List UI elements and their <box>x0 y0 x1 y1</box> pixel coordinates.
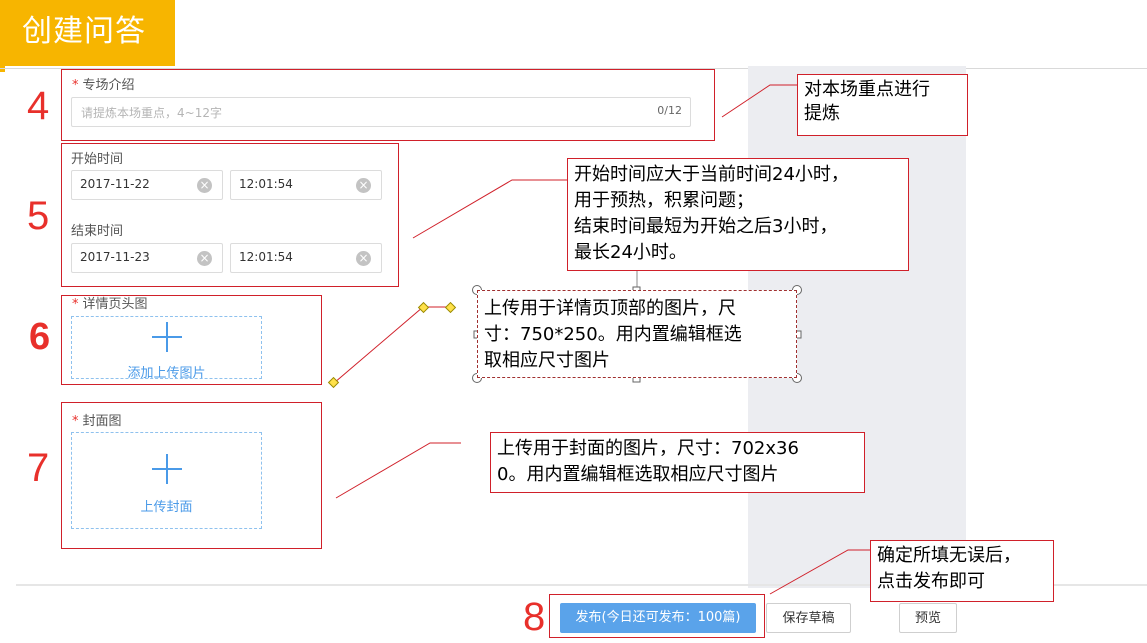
note-detail: 上传用于详情页顶部的图片，尺 寸：750*250。用内置编辑框选 取相应尺寸图片 <box>477 290 797 378</box>
clear-icon[interactable]: × <box>197 251 212 266</box>
detail-header-label: * 详情页头图 <box>72 293 148 312</box>
required-mark: * <box>72 414 79 429</box>
topic-placeholder: 请提炼本场重点，4~12字 <box>81 106 222 120</box>
note-time: 开始时间应大于当前时间24小时， 用于预热，积累问题； 结束时间最短为开始之后3… <box>567 158 909 271</box>
cover-label: * 封面图 <box>72 410 122 429</box>
end-time-input[interactable]: 12:01:54 × <box>230 243 382 273</box>
clear-icon[interactable]: × <box>356 251 371 266</box>
topic-char-counter: 0/12 <box>657 104 682 117</box>
clear-icon[interactable]: × <box>197 178 212 193</box>
note-line: 最长24小时。 <box>574 242 687 263</box>
detail-header-upload-text: 添加上传图片 <box>127 366 206 381</box>
note-line: 0。用内置编辑框选取相应尺寸图片 <box>497 464 779 485</box>
start-date-value: 2017-11-22 <box>80 177 150 191</box>
step-number-5: 5 <box>27 194 50 238</box>
plus-icon <box>151 454 182 484</box>
note-line: 上传用于封面的图片，尺寸：702x36 <box>497 438 799 459</box>
note-line: 确定所填无误后， <box>877 545 1021 566</box>
end-time-value: 12:01:54 <box>239 250 293 264</box>
note-topic: 对本场重点进行 提炼 <box>797 74 968 136</box>
start-time-value: 12:01:54 <box>239 177 293 191</box>
connector-time <box>412 179 568 239</box>
step-number-4: 4 <box>27 84 50 128</box>
cover-upload[interactable]: 上传封面 <box>71 432 262 529</box>
selected-connector-detail <box>327 301 457 389</box>
note-line: 用于预热，积累问题； <box>574 190 754 211</box>
required-mark: * <box>72 78 79 93</box>
cover-upload-text: 上传封面 <box>140 500 193 515</box>
step-number-6: 6 <box>29 316 51 358</box>
note-line: 上传用于详情页顶部的图片，尺 <box>484 298 736 319</box>
note-line: 对本场重点进行 <box>804 79 930 100</box>
note-publish: 确定所填无误后， 点击发布即可 <box>870 540 1054 602</box>
detail-header-upload[interactable]: 添加上传图片 <box>71 316 262 381</box>
end-date-value: 2017-11-23 <box>80 250 150 264</box>
note-line: 结束时间最短为开始之后3小时， <box>574 216 838 237</box>
end-time-label: 结束时间 <box>71 224 124 239</box>
topic-input[interactable]: 请提炼本场重点，4~12字 0/12 <box>71 97 691 127</box>
publish-button[interactable]: 发布(今日还可发布：100篇) <box>560 603 756 633</box>
start-time-input[interactable]: 12:01:54 × <box>230 170 382 200</box>
note-line: 点击发布即可 <box>877 571 985 592</box>
connector-cover <box>335 442 461 499</box>
topic-label-text: 专场介绍 <box>82 78 135 93</box>
connector-topic <box>721 84 797 118</box>
preview-button[interactable]: 预览 <box>899 603 957 633</box>
step-number-7: 7 <box>27 446 50 490</box>
step-number-8: 8 <box>523 595 546 639</box>
detail-header-label-text: 详情页头图 <box>82 297 148 312</box>
note-line: 提炼 <box>804 103 840 124</box>
end-date-input[interactable]: 2017-11-23 × <box>71 243 223 273</box>
note-line: 开始时间应大于当前时间24小时， <box>574 164 849 185</box>
save-draft-button[interactable]: 保存草稿 <box>766 603 851 633</box>
start-time-label: 开始时间 <box>71 152 124 167</box>
topic-label: * 专场介绍 <box>72 74 135 93</box>
start-date-input[interactable]: 2017-11-22 × <box>71 170 223 200</box>
connector-publish <box>769 549 871 595</box>
clear-icon[interactable]: × <box>356 178 371 193</box>
plus-icon <box>151 322 182 352</box>
note-cover: 上传用于封面的图片，尺寸：702x36 0。用内置编辑框选取相应尺寸图片 <box>490 432 865 493</box>
note-line: 取相应尺寸图片 <box>484 350 610 371</box>
required-mark: * <box>72 297 79 312</box>
note-line: 寸：750*250。用内置编辑框选 <box>484 324 742 345</box>
cover-label-text: 封面图 <box>82 414 122 429</box>
